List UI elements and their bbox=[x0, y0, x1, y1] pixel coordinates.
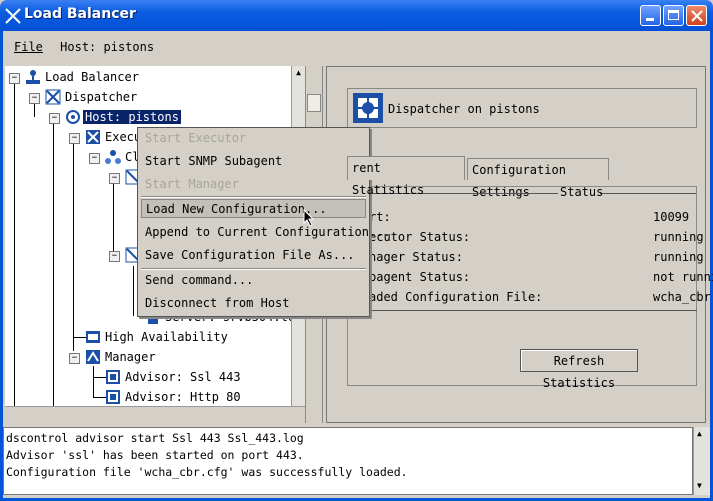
scroll-down-icon[interactable]: ▼ bbox=[697, 481, 702, 490]
tab-configuration-settings[interactable]: Configuration Settings bbox=[467, 158, 609, 199]
tree-item-advisor-ssl[interactable]: Advisor: Ssl 443 bbox=[125, 368, 241, 386]
console-line: Advisor 'ssl' has been started on port 4… bbox=[6, 448, 304, 462]
menu-separator bbox=[141, 268, 366, 270]
stat-manager-label: nager Status: bbox=[369, 250, 463, 264]
tree-item-manager[interactable]: Manager bbox=[105, 348, 156, 366]
console-line: dscontrol advisor start Ssl 443 Ssl_443.… bbox=[6, 431, 304, 445]
splitter-handle[interactable] bbox=[307, 94, 321, 112]
stat-executor-value: running bbox=[653, 230, 704, 244]
collapse-toggle[interactable]: − bbox=[29, 93, 40, 104]
menu-item-load-new-configuration[interactable]: Load New Configuration... bbox=[141, 199, 366, 218]
tree-item-host[interactable]: Host: pistons bbox=[83, 108, 181, 126]
tree-item-dispatcher[interactable]: Dispatcher bbox=[65, 88, 137, 106]
tab-current-statistics[interactable]: rent Statistics bbox=[347, 156, 465, 197]
tree-line bbox=[93, 366, 94, 398]
stat-subagent-value: not runni bbox=[653, 270, 713, 284]
menu-item-start-manager[interactable]: Start Manager bbox=[143, 175, 239, 194]
maximize-icon bbox=[668, 10, 679, 20]
stat-port-label: rt: bbox=[369, 210, 391, 224]
high-availability-icon bbox=[86, 331, 100, 343]
menu-host[interactable]: Host: pistons bbox=[60, 40, 154, 54]
tree-line bbox=[73, 139, 74, 351]
tree-item-advisor-http[interactable]: Advisor: Http 80 bbox=[125, 388, 241, 406]
collapse-toggle[interactable]: − bbox=[109, 251, 120, 262]
menu-item-save-configuration[interactable]: Save Configuration File As... bbox=[143, 246, 355, 265]
tree-item-host-label: Host: pistons bbox=[83, 110, 181, 124]
minimize-icon bbox=[646, 18, 654, 21]
tree-line bbox=[133, 266, 134, 316]
close-button[interactable] bbox=[686, 5, 707, 26]
tree-line bbox=[14, 79, 15, 406]
menu-file[interactable]: File bbox=[14, 40, 43, 54]
window-title: Load Balancer bbox=[24, 6, 136, 22]
collapse-toggle[interactable]: − bbox=[109, 173, 120, 184]
collapse-toggle[interactable]: − bbox=[69, 133, 80, 144]
collapse-toggle[interactable]: − bbox=[69, 353, 80, 364]
tree-line bbox=[113, 178, 114, 258]
scroll-up-icon[interactable]: ▲ bbox=[697, 429, 702, 438]
dispatcher-icon bbox=[45, 89, 61, 105]
collapse-toggle[interactable]: − bbox=[49, 113, 60, 124]
menu-item-send-command[interactable]: Send command... bbox=[143, 271, 253, 290]
advisor-icon bbox=[106, 390, 120, 404]
executor-icon bbox=[86, 130, 100, 144]
panel-title: Dispatcher on pistons bbox=[388, 102, 540, 116]
stat-config-file-value: wcha_cbr. bbox=[653, 290, 713, 304]
console-output[interactable]: dscontrol advisor start Ssl 443 Ssl_443.… bbox=[3, 427, 693, 495]
menu-item-disconnect[interactable]: Disconnect from Host bbox=[143, 294, 290, 313]
panel-header: Dispatcher on pistons bbox=[347, 88, 697, 128]
menu-item-start-snmp-subagent[interactable]: Start SNMP Subagent bbox=[143, 152, 282, 171]
collapse-toggle[interactable]: − bbox=[89, 153, 100, 164]
divider bbox=[347, 310, 697, 311]
console-scrollbar[interactable]: ▲ ▼ bbox=[693, 427, 710, 495]
menu-bar: File Host: pistons bbox=[14, 40, 164, 54]
cluster-icon bbox=[105, 150, 121, 164]
menu-separator bbox=[141, 196, 366, 198]
console-line: Configuration file 'wcha_cbr.cfg' was su… bbox=[6, 465, 408, 479]
app-icon bbox=[5, 8, 21, 24]
load-balancer-icon bbox=[26, 70, 40, 84]
mouse-pointer-icon bbox=[303, 209, 315, 227]
stat-subagent-label: bagent Status: bbox=[369, 270, 471, 284]
minimize-button[interactable] bbox=[640, 5, 661, 26]
stat-config-file-label: aded Configuration File: bbox=[369, 290, 543, 304]
tree-horizontal-scrollbar[interactable] bbox=[5, 406, 305, 424]
stat-port-value: 10099 bbox=[653, 210, 690, 224]
tree-line bbox=[53, 119, 54, 406]
tree-item-load-balancer[interactable]: Load Balancer bbox=[45, 68, 139, 86]
dispatcher-large-icon bbox=[353, 93, 383, 123]
close-icon bbox=[691, 10, 703, 22]
menu-item-append-configuration[interactable]: Append to Current Configuration... bbox=[143, 223, 391, 242]
status-legend: Status bbox=[560, 185, 604, 199]
advisor-icon bbox=[106, 370, 120, 384]
context-menu: Start Executor Start SNMP Subagent Start… bbox=[137, 127, 391, 317]
manager-icon bbox=[86, 350, 100, 364]
collapse-toggle[interactable]: − bbox=[9, 73, 20, 84]
divider bbox=[600, 193, 696, 194]
maximize-button[interactable] bbox=[663, 5, 684, 26]
tree-item-high-availability[interactable]: High Availability bbox=[105, 328, 228, 346]
scroll-up-icon[interactable]: ▲ bbox=[294, 68, 303, 77]
refresh-statistics-button[interactable]: Refresh Statistics bbox=[520, 349, 638, 390]
menu-item-start-executor[interactable]: Start Executor bbox=[143, 129, 246, 148]
host-icon bbox=[66, 110, 80, 124]
stat-manager-value: running bbox=[653, 250, 704, 264]
